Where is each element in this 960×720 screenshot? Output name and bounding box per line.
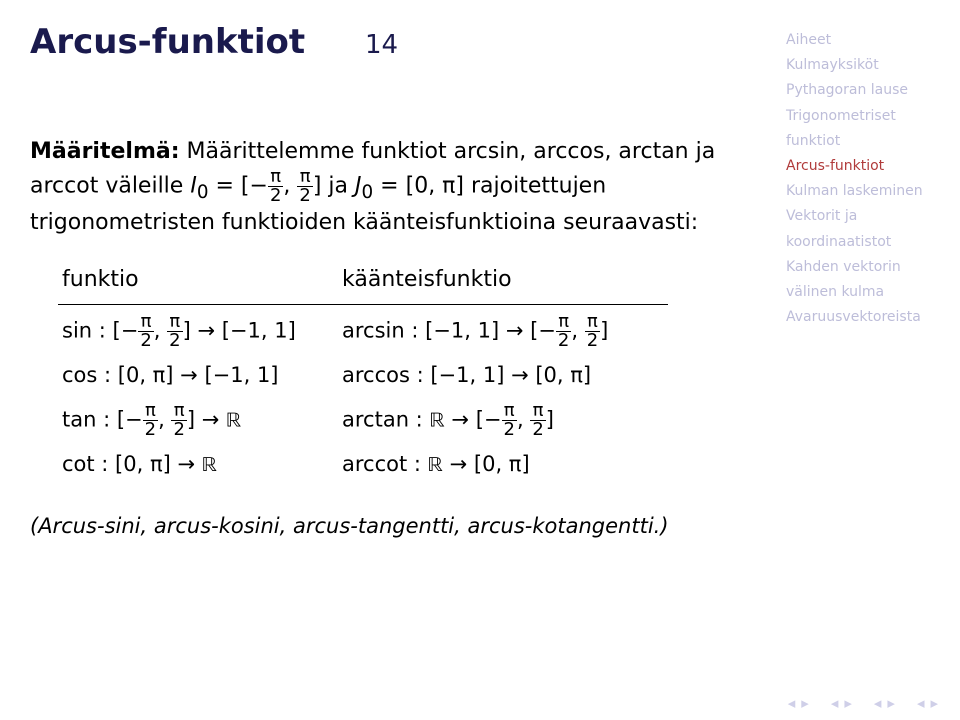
def-close1: ] ja: [313, 174, 355, 199]
J0-sub: 0: [362, 182, 374, 203]
row2-left: cos : [0, π] → [−1, 1]: [58, 352, 338, 394]
nav-first-fwd-icon[interactable]: ▸: [801, 694, 809, 712]
nav-d2-icon[interactable]: ▸: [930, 694, 938, 712]
nav-first-icon[interactable]: ◂: [788, 694, 796, 712]
sidebar-item-3[interactable]: Arcus-funktiot: [786, 154, 936, 179]
sidebar-item-1[interactable]: Pythagoran lause: [786, 78, 936, 103]
th-right: käänteisfunktio: [338, 257, 668, 305]
sidebar-item-0[interactable]: Kulmayksiköt: [786, 53, 936, 78]
row3-left: tan : [−π2, π2] → ℝ: [58, 394, 338, 441]
sidebar-item-6[interactable]: Kahden vektorin välinen kulma: [786, 255, 936, 305]
definition-paragraph: Määritelmä: Määrittelemme funktiot arcsi…: [30, 135, 750, 239]
row1-left: sin : [−π2, π2] → [−1, 1]: [58, 305, 338, 352]
nav-controls: ◂ ▸ ◂ ▸ ◂ ▸ ◂ ▸: [788, 694, 938, 712]
row1-right: arcsin : [−1, 1] → [−π2, π2]: [338, 305, 668, 352]
sidebar-item-5[interactable]: Vektorit ja koordinaatistot: [786, 204, 936, 254]
nav-d1-icon[interactable]: ◂: [917, 694, 925, 712]
row3-right: arctan : ℝ → [−π2, π2]: [338, 394, 668, 441]
def-eq1: = [−: [209, 174, 268, 199]
page-number: 14: [365, 30, 398, 60]
row2-right: arccos : [−1, 1] → [0, π]: [338, 352, 668, 394]
nav-prev-icon[interactable]: ◂: [831, 694, 839, 712]
frac-pi2-a: π2: [268, 168, 283, 205]
def-comma-a: ,: [283, 174, 297, 199]
row4-left: cot : [0, π] → ℝ: [58, 441, 338, 484]
nav-c2-icon[interactable]: ▸: [887, 694, 895, 712]
sidebar-head: Aiheet: [786, 28, 936, 53]
nav-c1-icon[interactable]: ◂: [874, 694, 882, 712]
sidebar-item-4[interactable]: Kulman laskeminen: [786, 179, 936, 204]
row4-right: arccot : ℝ → [0, π]: [338, 441, 668, 484]
frac-pi2-b: π2: [297, 168, 312, 205]
th-left: funktio: [58, 257, 338, 305]
body-content: Määritelmä: Määrittelemme funktiot arcsi…: [30, 135, 750, 543]
sidebar-item-7[interactable]: Avaruusvektoreista: [786, 305, 936, 330]
function-table: funktio käänteisfunktio sin : [−π2, π2] …: [58, 257, 750, 483]
definition-label: Määritelmä:: [30, 139, 180, 164]
I0-sub: 0: [197, 182, 209, 203]
sidebar-item-2[interactable]: Trigonometriset funktiot: [786, 104, 936, 154]
sidebar: Aiheet Kulmayksiköt Pythagoran lause Tri…: [786, 28, 936, 330]
page-title: Arcus-funktiot: [30, 22, 305, 62]
nav-next-icon[interactable]: ▸: [844, 694, 852, 712]
note-line: (Arcus-sini, arcus-kosini, arcus-tangent…: [30, 511, 750, 543]
